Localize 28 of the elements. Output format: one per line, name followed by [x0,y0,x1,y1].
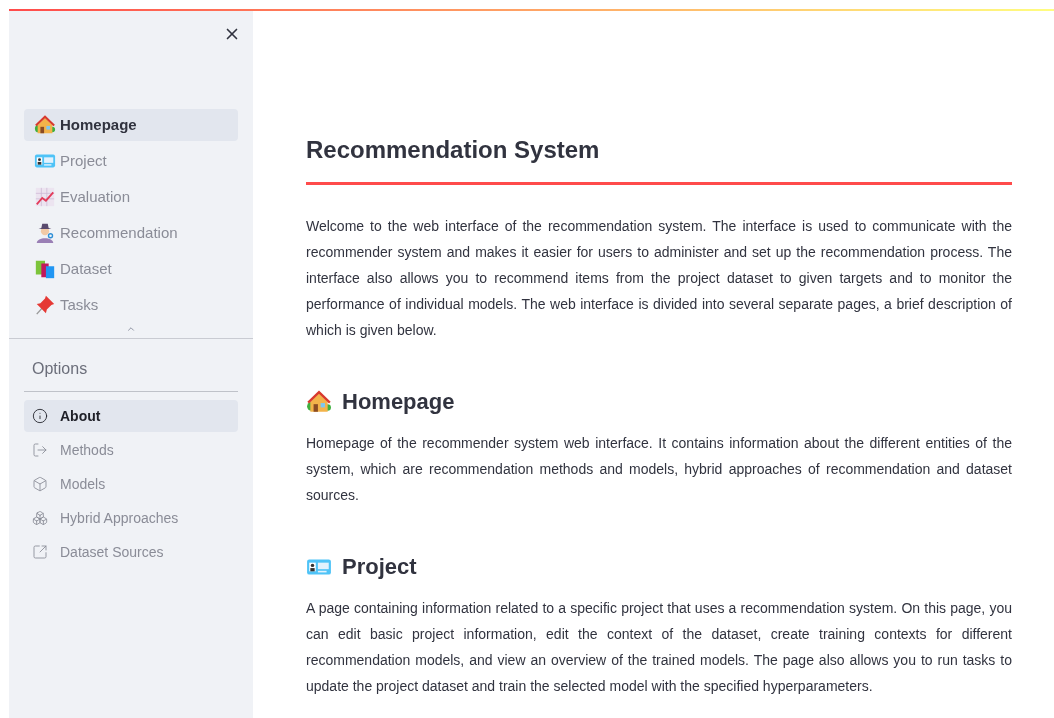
line-chart-icon [34,186,56,208]
house-icon [306,388,332,415]
detective-icon [34,222,56,244]
cube-icon [32,476,48,492]
option-link[interactable]: Models [24,468,238,500]
intro-paragraph: Welcome to the web interface of the recommendation system. The interface is used to communicate with the recommender system and makes it easier for users to administer and set up the recommendation process. The interface also allows you to recommend items from the project dataset to given targets and to monitor the performance of individual models. The web interface is divided into several separate pages, a brief description of which is given below. [306,217,1012,340]
boxes-icon [32,510,48,526]
page-link[interactable]: Dataset [24,253,238,285]
page-link[interactable]: Recommendation [24,217,238,249]
section-heading: Project [342,553,417,581]
page-link[interactable]: Homepage [24,109,238,141]
page-title: Recommendation System [306,135,601,165]
section-heading: Homepage [342,388,455,416]
page-link[interactable]: Tasks [24,289,238,321]
option-link[interactable]: Hybrid Approaches [24,502,238,534]
pushpin-icon [34,294,56,316]
books-icon [34,258,56,280]
option-link[interactable]: About [24,400,238,432]
page-link[interactable]: Project [24,145,238,177]
options-title: Options [24,357,238,392]
option-link[interactable]: Dataset Sources [24,536,238,568]
external-link-icon [32,544,48,560]
option-link[interactable]: Methods [24,434,238,466]
house-icon [34,114,56,136]
section-paragraph: A page containing information related to a specific project that uses a recommendation system. On this page, you can edit basic project information, edit the context of the dataset, create training contexts for different recommendation models, and view an overview of the trained models. The page also allows you to run tasks to update the project dataset and train the selected model with the specified hyperparameters. [306,599,1012,696]
page-link[interactable]: Evaluation [24,181,238,213]
section-paragraph: Homepage of the recommender system web interface. It contains information about the different entities of the system, which are recommendation methods and models, hybrid approaches of recommendation and dataset sources. [306,434,1012,505]
info-icon [32,408,48,424]
